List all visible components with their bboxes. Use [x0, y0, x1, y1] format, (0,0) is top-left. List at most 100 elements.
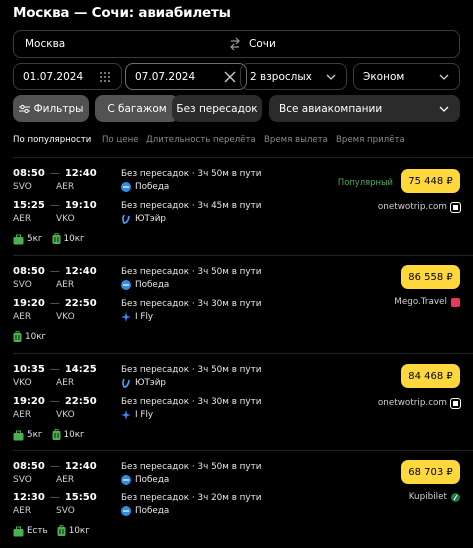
baggage-hand: Есть — [27, 526, 48, 536]
utair-logo-icon — [122, 214, 130, 224]
departure-time: 12:30 — [13, 492, 45, 503]
airline: Победа — [121, 475, 169, 485]
swap-icon[interactable] — [229, 36, 241, 52]
seller[interactable]: onetwotrip.com — [377, 201, 461, 213]
filters-button[interactable]: Фильтры — [13, 95, 89, 122]
airlines-select[interactable]: Все авиакомпании — [269, 95, 460, 122]
chevron-down-icon — [439, 106, 449, 112]
price-button[interactable]: 86 558 ₽ — [401, 265, 460, 289]
seller[interactable]: Mego.Travel — [394, 297, 460, 307]
airline: Победа — [121, 280, 169, 290]
departure-time: 10:35 — [13, 364, 45, 375]
arrival-time: 22:50 — [64, 298, 97, 309]
arrival-time: 12:40 — [64, 266, 97, 277]
popular-badge: Популярный — [337, 177, 393, 187]
pobeda-logo-icon — [121, 506, 131, 516]
pobeda-logo-icon — [121, 475, 131, 485]
destination-code: SVO — [56, 506, 75, 516]
luggage-icon — [13, 331, 22, 342]
airline: ЮТэйр — [121, 214, 166, 224]
arrival-time: 12:40 — [64, 168, 97, 179]
calendar-icon — [100, 72, 110, 82]
origin-code: VKO — [13, 378, 32, 388]
sort-departure[interactable]: Время вылета — [264, 135, 328, 145]
depart-date-field[interactable]: 01.07.2024 — [13, 63, 122, 90]
flight-info: Без пересадок · 3ч 50м в пути — [121, 462, 262, 472]
sliders-icon — [18, 104, 30, 113]
airline: I Fly — [121, 312, 153, 322]
kupibilet-icon — [451, 492, 460, 502]
suitcase-icon — [13, 526, 24, 536]
airline-name: I Fly — [135, 410, 154, 420]
flight-leg: 08:50—12:40 SVO AER Без пересадок · 3ч 50… — [13, 461, 262, 485]
airline: Победа — [121, 506, 169, 516]
flight-info: Без пересадок · 3ч 50м в пути — [121, 169, 262, 179]
baggage-hand: 5кг — [27, 430, 43, 440]
flight-leg: 10:35—14:25 VKO AER Без пересадок · 3ч 50… — [13, 364, 262, 388]
flight-info: Без пересадок · 3ч 30м в пути — [121, 397, 262, 407]
ifly-logo-icon — [121, 312, 131, 322]
origin-code: SVO — [13, 475, 32, 485]
price-button[interactable]: 68 703 ₽ — [401, 460, 460, 484]
onetwotrip-icon — [450, 397, 461, 409]
depart-date-value: 01.07.2024 — [23, 70, 84, 83]
sort-duration[interactable]: Длительность перелёта — [146, 135, 256, 145]
price-button[interactable]: 84 468 ₽ — [401, 364, 460, 388]
flight-info: Без пересадок · 3ч 45м в пути — [121, 201, 262, 211]
ifly-logo-icon — [121, 410, 131, 420]
flight-info: Без пересадок · 3ч 30м в пути — [121, 299, 262, 309]
arrival-time: 14:25 — [64, 364, 97, 375]
baggage-info: 5кг 10кг — [13, 429, 94, 441]
suitcase-icon — [13, 430, 24, 440]
chevron-down-icon — [326, 74, 336, 80]
destination-code: VKO — [56, 410, 75, 420]
return-date-field[interactable]: 07.07.2024 — [125, 63, 247, 90]
route-field[interactable]: Москва Сочи — [13, 30, 460, 58]
seller-name: onetwotrip.com — [377, 202, 447, 212]
airline-name: ЮТэйр — [135, 214, 166, 224]
price-button[interactable]: 75 448 ₽ — [401, 169, 460, 193]
sort-arrival[interactable]: Время прилёта — [336, 135, 405, 145]
divider — [13, 157, 473, 158]
flight-leg: 08:50—12:40 SVO AER Без пересадок · 3ч 50… — [13, 266, 262, 290]
destination-code: AER — [56, 475, 75, 485]
flight-leg: 12:30—15:50 AER SVO Без пересадок · 3ч 20… — [13, 492, 262, 516]
flight-info: Без пересадок · 3ч 50м в пути — [121, 365, 262, 375]
baggage-info: 5кг 10кг — [13, 233, 94, 245]
divider — [13, 255, 473, 256]
suitcase-icon — [13, 234, 24, 244]
baggage-checked: 10кг — [63, 430, 85, 440]
nonstop-chip[interactable]: Без пересадок — [172, 95, 262, 122]
seller-name: Mego.Travel — [394, 297, 447, 307]
luggage-icon — [52, 429, 61, 440]
destination-code: AER — [56, 182, 75, 192]
cabin-select[interactable]: Эконом — [353, 63, 460, 90]
luggage-icon — [57, 525, 66, 536]
seller[interactable]: Kupibilet — [409, 492, 460, 502]
passengers-select[interactable]: 2 взрослых — [240, 63, 347, 90]
baggage-checked: 10кг — [68, 526, 90, 536]
origin-code: SVO — [13, 280, 32, 290]
origin-input[interactable]: Москва — [25, 38, 65, 50]
chevron-down-icon — [439, 74, 449, 80]
seller[interactable]: onetwotrip.com — [377, 397, 461, 409]
airline-name: Победа — [135, 280, 170, 290]
airline-name: Победа — [135, 182, 170, 192]
departure-time: 19:20 — [13, 396, 45, 407]
destination-input[interactable]: Сочи — [249, 38, 276, 50]
arrival-time: 19:10 — [64, 200, 97, 211]
sort-price[interactable]: По цене — [102, 135, 139, 145]
clear-icon[interactable] — [224, 71, 236, 83]
origin-code: AER — [13, 312, 32, 322]
sort-popularity[interactable]: По популярности — [13, 135, 91, 145]
departure-time: 08:50 — [13, 168, 45, 179]
departure-time: 08:50 — [13, 461, 45, 472]
airline: I Fly — [121, 410, 153, 420]
seller-name: Kupibilet — [408, 492, 447, 502]
baggage-checked: 10кг — [25, 332, 47, 342]
baggage-hand: 5кг — [27, 234, 43, 244]
seller-name: onetwotrip.com — [377, 398, 447, 408]
airline: ЮТэйр — [121, 378, 166, 388]
baggage-chip[interactable]: С багажом — [95, 95, 179, 122]
filters-label: Фильтры — [33, 102, 84, 115]
